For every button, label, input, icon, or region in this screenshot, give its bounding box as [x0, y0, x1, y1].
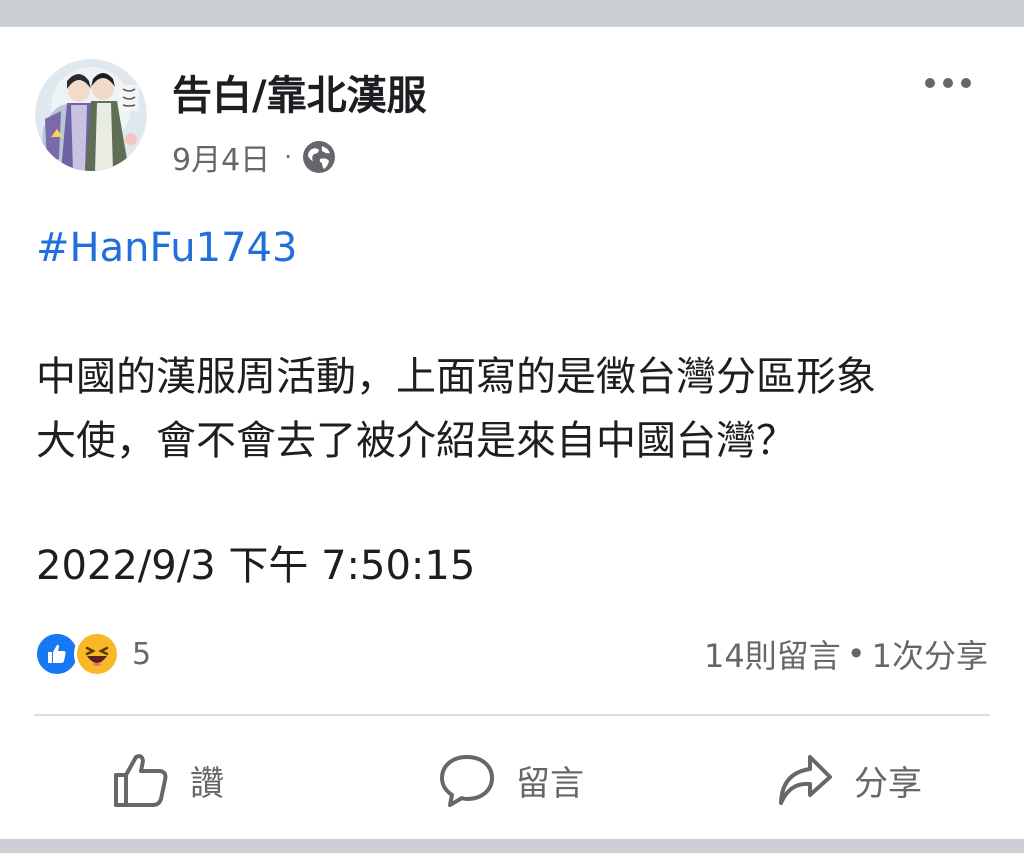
- post-meta: 9月4日 ·: [172, 135, 336, 179]
- share-count[interactable]: 1次分享: [872, 631, 988, 677]
- post-timestamp: 2022/9/3 下午 7:50:15: [36, 543, 476, 589]
- like-label: 讚: [190, 763, 224, 804]
- more-options-button[interactable]: [918, 63, 978, 103]
- more-options-icon: [925, 78, 971, 88]
- post-card: 告白/靠北漢服 9月4日 · #HanFu1743 中國的漢服周活動，上面寫的是…: [0, 27, 1024, 839]
- share-arrow-icon: [779, 755, 832, 805]
- comment-bubble-icon: [440, 755, 494, 807]
- reaction-count: 5: [132, 636, 152, 672]
- share-button[interactable]: 分享: [776, 745, 922, 815]
- comment-label: 留言: [516, 763, 584, 804]
- share-label: 分享: [854, 763, 922, 804]
- comment-count[interactable]: 14則留言: [704, 631, 841, 677]
- like-button[interactable]: 讚: [112, 745, 224, 815]
- haha-reaction-icon: [74, 631, 120, 677]
- thumbs-up-icon: [114, 754, 168, 807]
- comment-button[interactable]: 留言: [438, 745, 584, 815]
- hashtag-link[interactable]: #HanFu1743: [36, 225, 297, 271]
- post-body-line: 大使，會不會去了被介紹是來自中國台灣？: [36, 418, 796, 464]
- avatar-illustration: [35, 59, 147, 171]
- stats-separator: •: [846, 635, 866, 673]
- divider: [34, 714, 990, 716]
- post-body-line: 中國的漢服周活動，上面寫的是徵台灣分區形象: [36, 354, 876, 400]
- avatar[interactable]: [35, 59, 147, 171]
- author-name[interactable]: 告白/靠北漢服: [172, 63, 427, 121]
- post-date[interactable]: 9月4日: [172, 135, 270, 179]
- meta-separator: ·: [284, 143, 292, 171]
- engagement-stats: 14則留言 • 1次分享: [704, 630, 988, 678]
- globe-icon[interactable]: [302, 140, 336, 174]
- post-body: 中國的漢服周活動，上面寫的是徵台灣分區形象 大使，會不會去了被介紹是來自中國台灣…: [36, 345, 996, 473]
- reactions-summary[interactable]: 5: [34, 630, 151, 678]
